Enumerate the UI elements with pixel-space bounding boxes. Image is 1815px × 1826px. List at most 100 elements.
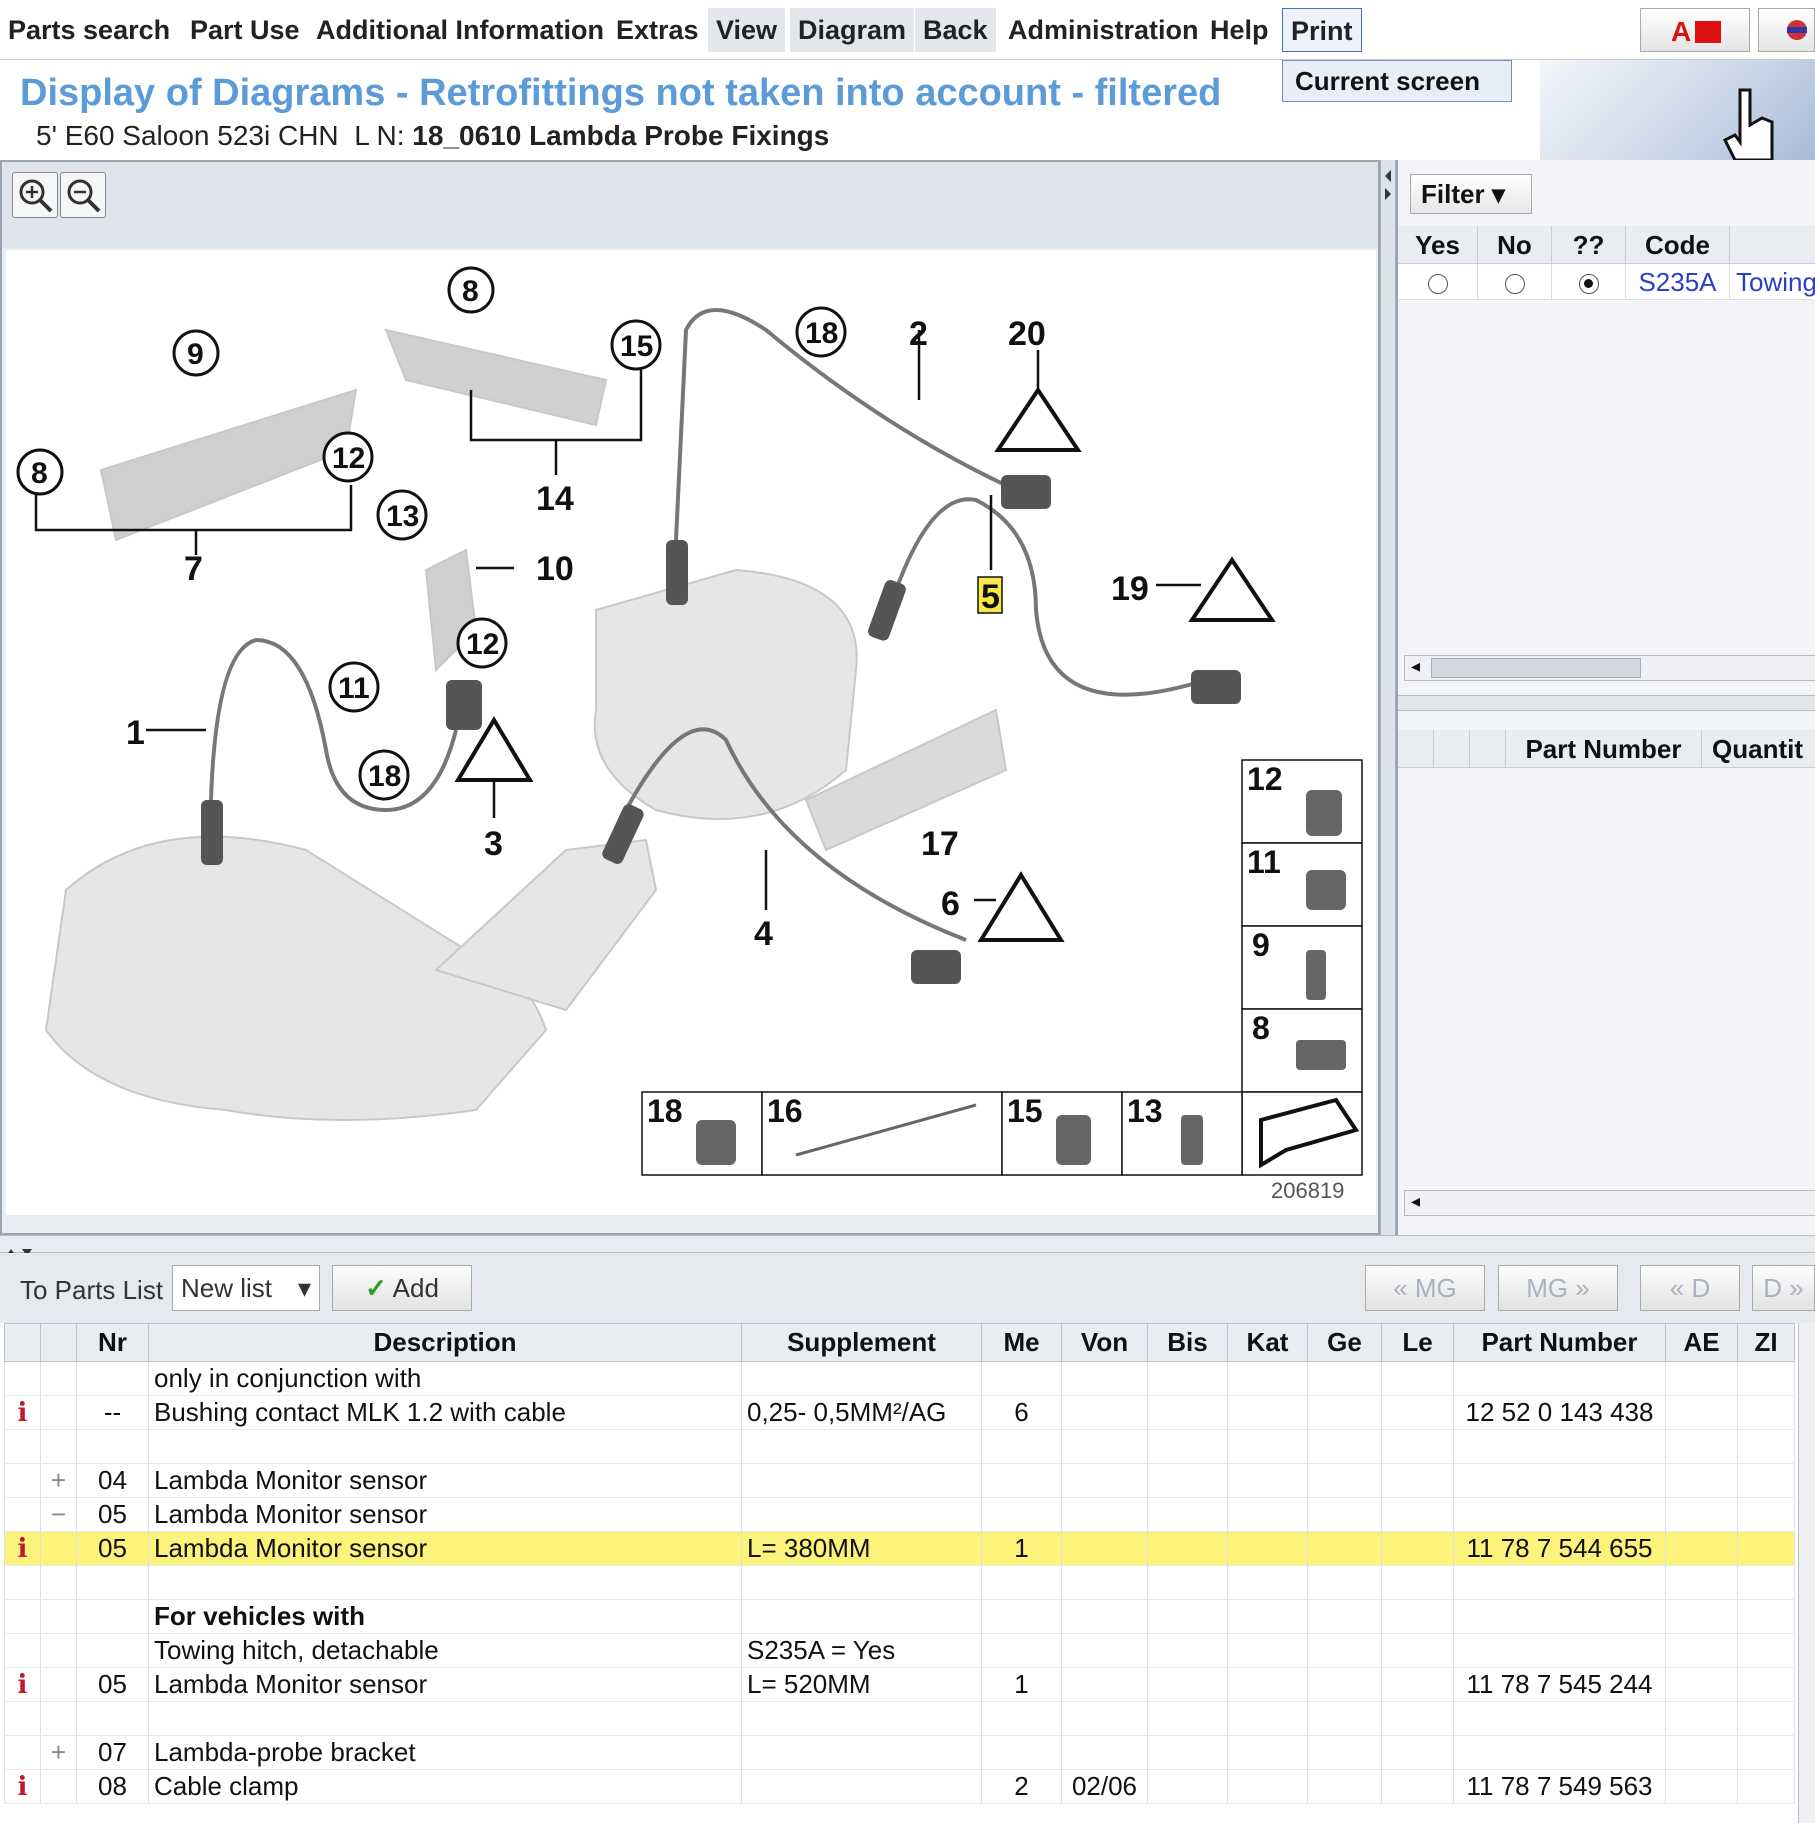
- table-row[interactable]: [4, 1701, 1795, 1736]
- col-me[interactable]: Me: [981, 1323, 1062, 1362]
- pdf-button[interactable]: A: [1640, 8, 1750, 52]
- info-icon[interactable]: [4, 1735, 41, 1770]
- lower-hscroll[interactable]: ◂: [1404, 1190, 1815, 1216]
- info-icon[interactable]: i: [4, 1531, 41, 1566]
- expand-toggle[interactable]: +: [40, 1735, 77, 1770]
- callout-15[interactable]: 15: [620, 330, 653, 363]
- col-le[interactable]: Le: [1381, 1323, 1454, 1362]
- callout-18-top[interactable]: 18: [805, 317, 838, 350]
- callout-13[interactable]: 13: [386, 500, 419, 533]
- scroll-thumb[interactable]: [1431, 658, 1641, 678]
- menu-administration[interactable]: Administration: [1000, 8, 1207, 52]
- lower-col-quantity[interactable]: Quantit: [1702, 730, 1815, 768]
- vertical-splitter[interactable]: [1380, 160, 1396, 1235]
- callout-12[interactable]: 12: [332, 442, 365, 475]
- callout-5[interactable]: 5: [981, 578, 1000, 616]
- filter-code-link[interactable]: S235A: [1626, 264, 1730, 300]
- callout-8[interactable]: 8: [31, 457, 48, 490]
- info-icon[interactable]: [4, 1701, 41, 1736]
- callout-10[interactable]: 10: [536, 550, 574, 588]
- col-zi[interactable]: ZI: [1737, 1323, 1795, 1362]
- menu-extras[interactable]: Extras: [608, 8, 707, 52]
- table-row[interactable]: +04 Lambda Monitor sensor: [4, 1463, 1795, 1498]
- info-icon[interactable]: [4, 1497, 41, 1532]
- callout-3[interactable]: 3: [484, 825, 503, 863]
- callout-12-lower[interactable]: 12: [466, 628, 499, 661]
- lower-col-part-number[interactable]: Part Number: [1506, 730, 1702, 768]
- col-supplement[interactable]: Supplement: [741, 1323, 982, 1362]
- table-row[interactable]: i 08 Cable clamp 2 02/06 11 78 7 549 563: [4, 1769, 1795, 1804]
- col-description[interactable]: Description: [148, 1323, 742, 1362]
- info-icon[interactable]: i: [4, 1395, 41, 1430]
- menu-help[interactable]: Help: [1202, 8, 1277, 52]
- menu-view[interactable]: View: [708, 8, 786, 52]
- table-row[interactable]: [4, 1565, 1795, 1600]
- prev-d-button[interactable]: « D: [1640, 1265, 1740, 1311]
- menu-additional-information[interactable]: Additional Information: [308, 8, 612, 52]
- info-icon[interactable]: i: [4, 1667, 41, 1702]
- expand-toggle[interactable]: +: [40, 1463, 77, 1498]
- table-row[interactable]: only in conjunction with: [4, 1361, 1795, 1396]
- table-row[interactable]: i 05 Lambda Monitor sensor L= 520MM 1 11 78 7…: [4, 1667, 1795, 1702]
- table-row-selected[interactable]: i 05 Lambda Monitor sensor L= 380MM 1 11 78 7…: [4, 1531, 1795, 1566]
- menu-parts-search[interactable]: Parts search: [0, 8, 178, 52]
- filter-hscroll[interactable]: ◂: [1404, 655, 1815, 681]
- expand-toggle[interactable]: [40, 1633, 77, 1668]
- menu-print[interactable]: Print: [1282, 8, 1362, 52]
- diagram-canvas[interactable]: 1 2 3 4 5 6 7 20 19 10 14 17 8 9 8 12 15…: [6, 250, 1376, 1215]
- menu-diagram[interactable]: Diagram: [790, 8, 915, 52]
- callout-2[interactable]: 2: [909, 315, 928, 353]
- expand-toggle[interactable]: [40, 1599, 77, 1634]
- radio-yes[interactable]: [1427, 274, 1448, 295]
- col-nr[interactable]: Nr: [76, 1323, 149, 1362]
- filter-col-code[interactable]: Code: [1626, 226, 1730, 264]
- next-d-button[interactable]: D »: [1752, 1265, 1815, 1311]
- table-row[interactable]: +07 Lambda-probe bracket: [4, 1735, 1795, 1770]
- expand-toggle[interactable]: [40, 1701, 77, 1736]
- scroll-left-icon[interactable]: ◂: [1411, 656, 1420, 677]
- callout-8-top[interactable]: 8: [462, 275, 479, 308]
- expand-toggle[interactable]: [40, 1667, 77, 1702]
- callout-9[interactable]: 9: [187, 338, 204, 371]
- table-row[interactable]: −05 Lambda Monitor sensor: [4, 1497, 1795, 1532]
- info-icon[interactable]: [4, 1429, 41, 1464]
- expand-toggle[interactable]: [40, 1769, 77, 1804]
- col-part-number[interactable]: Part Number: [1453, 1323, 1666, 1362]
- expand-toggle[interactable]: [40, 1565, 77, 1600]
- col-ae[interactable]: AE: [1665, 1323, 1738, 1362]
- parts-list-select[interactable]: New list ▾: [172, 1265, 320, 1311]
- info-icon[interactable]: [4, 1463, 41, 1498]
- callout-20[interactable]: 20: [1008, 315, 1046, 353]
- table-vscroll[interactable]: [1798, 1323, 1815, 1823]
- col-info[interactable]: [4, 1323, 41, 1362]
- scroll-left-icon[interactable]: ◂: [1411, 1191, 1420, 1212]
- expand-toggle[interactable]: [40, 1429, 77, 1464]
- callout-14[interactable]: 14: [536, 480, 574, 518]
- callout-4[interactable]: 4: [754, 915, 773, 953]
- callout-1[interactable]: 1: [126, 714, 145, 752]
- radio-no[interactable]: [1504, 274, 1525, 295]
- exit-button[interactable]: [1758, 8, 1815, 52]
- expand-toggle[interactable]: [40, 1531, 77, 1566]
- col-von[interactable]: Von: [1061, 1323, 1148, 1362]
- col-ge[interactable]: Ge: [1307, 1323, 1382, 1362]
- callout-19[interactable]: 19: [1111, 570, 1149, 608]
- expand-toggle[interactable]: [40, 1361, 77, 1396]
- menu-part-use[interactable]: Part Use: [182, 8, 308, 52]
- prev-mg-button[interactable]: « MG: [1365, 1265, 1485, 1311]
- filter-col-unknown[interactable]: ??: [1552, 226, 1626, 264]
- info-icon[interactable]: i: [4, 1769, 41, 1804]
- col-expand[interactable]: [40, 1323, 77, 1362]
- horizontal-splitter[interactable]: [0, 1235, 1815, 1256]
- expand-toggle[interactable]: [40, 1395, 77, 1430]
- col-bis[interactable]: Bis: [1147, 1323, 1228, 1362]
- table-row[interactable]: i -- Bushing contact MLK 1.2 with cable 0,2…: [4, 1395, 1795, 1430]
- callout-7[interactable]: 7: [184, 550, 203, 588]
- info-icon[interactable]: [4, 1633, 41, 1668]
- callout-18[interactable]: 18: [368, 760, 401, 793]
- table-row[interactable]: For vehicles with: [4, 1599, 1795, 1634]
- table-row[interactable]: [4, 1429, 1795, 1464]
- print-dropdown-current-screen[interactable]: Current screen: [1282, 60, 1512, 102]
- filter-yes-radio[interactable]: [1398, 264, 1478, 300]
- callout-6[interactable]: 6: [941, 885, 960, 923]
